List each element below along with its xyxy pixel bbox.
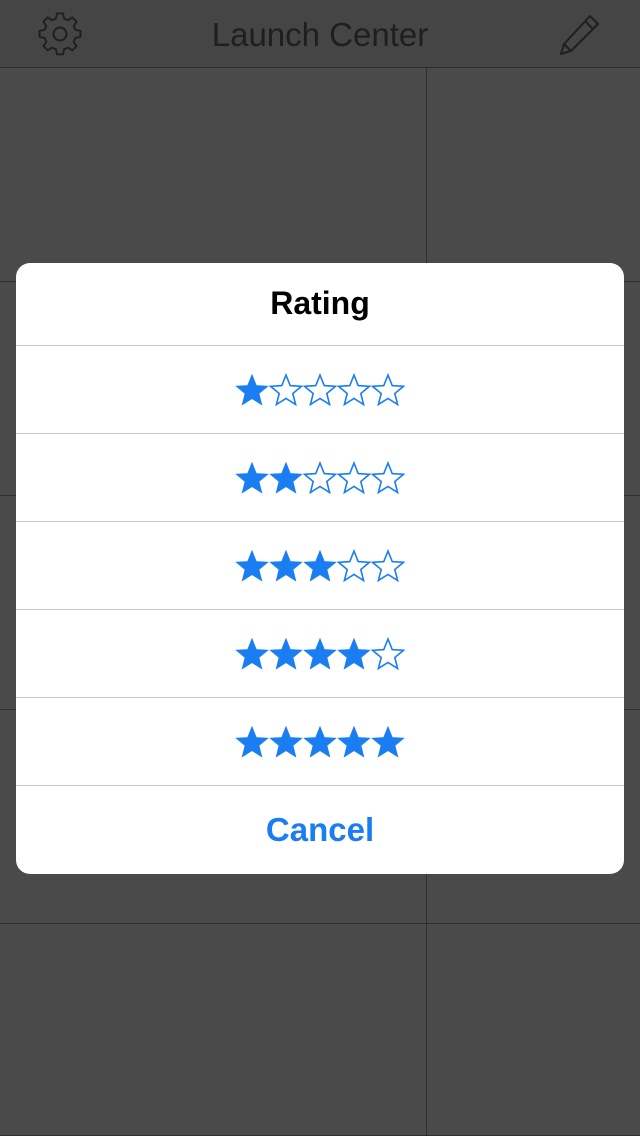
star-filled-icon — [235, 725, 269, 758]
star-outline-icon — [371, 636, 405, 670]
star-outline-icon — [371, 548, 405, 582]
star-outline-icon — [303, 372, 337, 406]
star-outline-icon — [303, 460, 337, 494]
star-filled-icon — [235, 373, 269, 406]
star-filled-icon — [235, 461, 269, 494]
star-filled-icon — [235, 549, 269, 582]
star-filled-icon — [371, 725, 405, 758]
star-filled-icon — [269, 549, 303, 582]
star-filled-icon — [269, 461, 303, 494]
sheet-title: Rating — [16, 263, 624, 346]
star-rating — [235, 460, 405, 495]
star-filled-icon — [303, 725, 337, 758]
star-outline-icon — [269, 372, 303, 406]
star-outline-icon — [337, 460, 371, 494]
rating-option-2-stars[interactable] — [16, 434, 624, 522]
star-rating — [235, 372, 405, 407]
star-outline-icon — [337, 372, 371, 406]
star-outline-icon — [371, 460, 405, 494]
rating-options — [16, 346, 624, 786]
cancel-button[interactable]: Cancel — [16, 786, 624, 874]
rating-option-1-stars[interactable] — [16, 346, 624, 434]
star-rating — [235, 725, 405, 759]
star-rating — [235, 636, 405, 671]
star-outline-icon — [337, 548, 371, 582]
rating-option-3-stars[interactable] — [16, 522, 624, 610]
star-filled-icon — [235, 637, 269, 670]
star-filled-icon — [269, 637, 303, 670]
star-filled-icon — [303, 637, 337, 670]
star-filled-icon — [337, 637, 371, 670]
screen: Launch Center Rating Cancel — [0, 0, 640, 1136]
star-filled-icon — [303, 549, 337, 582]
star-filled-icon — [269, 725, 303, 758]
rating-option-4-stars[interactable] — [16, 610, 624, 698]
star-filled-icon — [337, 725, 371, 758]
star-rating — [235, 548, 405, 583]
rating-action-sheet: Rating Cancel — [16, 263, 624, 874]
star-outline-icon — [371, 372, 405, 406]
rating-option-5-stars[interactable] — [16, 698, 624, 786]
